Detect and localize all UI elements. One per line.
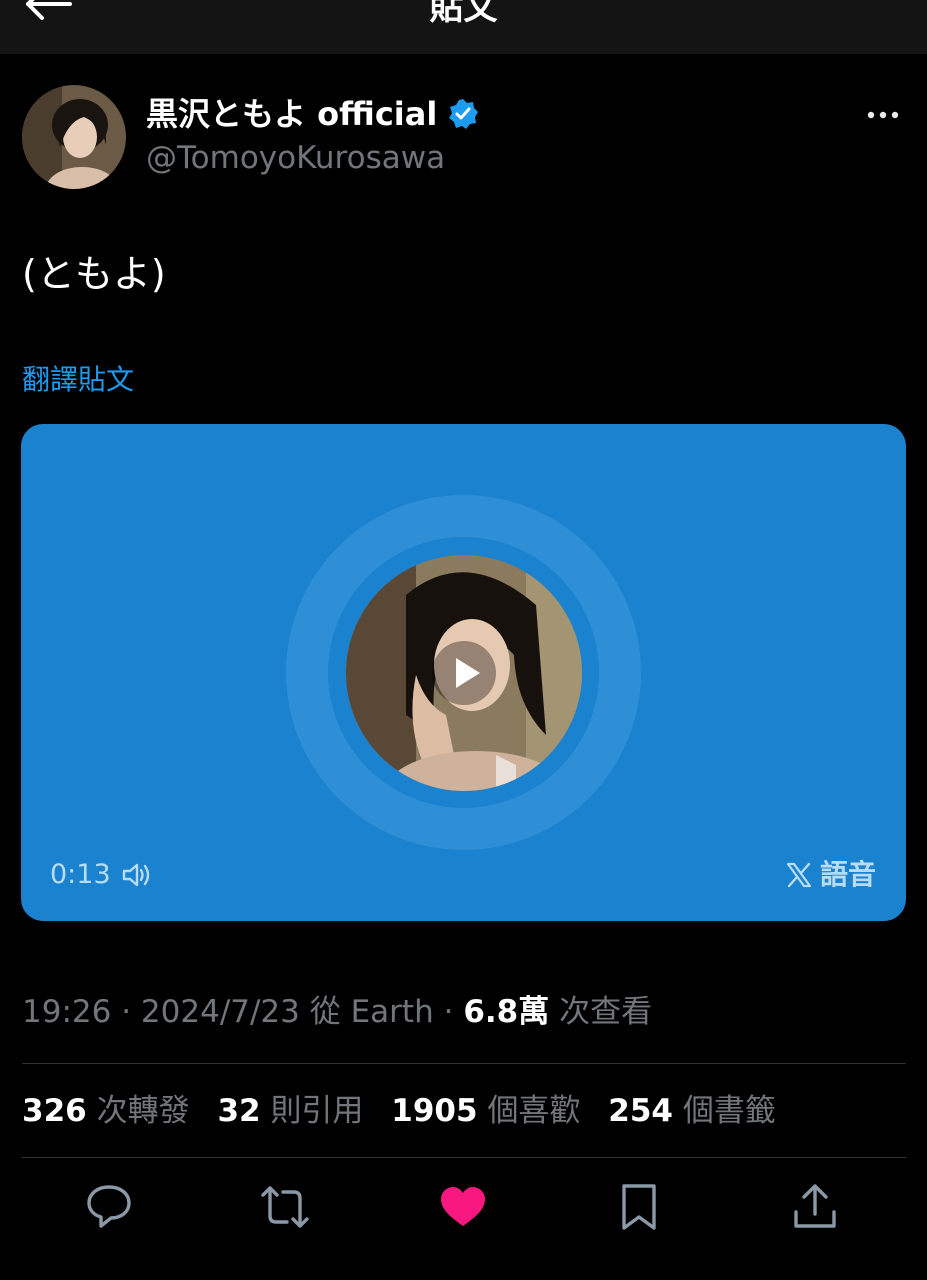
- top-bar: 貼文: [0, 0, 927, 54]
- likes-stat[interactable]: 1905 個喜歡: [391, 1093, 580, 1129]
- display-name-text: 黒沢ともよ official: [146, 95, 438, 133]
- bookmarks-label: 個書籤: [682, 1093, 776, 1129]
- views-count: 6.8萬: [463, 994, 550, 1030]
- avatar[interactable]: [22, 85, 126, 189]
- retweets-count: 326: [22, 1093, 87, 1129]
- engagement-stats: 326 次轉發 32 則引用 1905 個喜歡 254 個書籤: [22, 1090, 794, 1132]
- tweet-meta: 19:26 · 2024/7/23 從 Earth · 6.8萬 次查看: [22, 992, 652, 1032]
- page-title: 貼文: [429, 0, 498, 28]
- bookmarks-stat[interactable]: 254 個書籤: [608, 1093, 776, 1129]
- handle[interactable]: @TomoyoKurosawa: [146, 138, 445, 178]
- tweet-time[interactable]: 19:26: [22, 994, 111, 1030]
- like-icon[interactable]: [438, 1182, 488, 1232]
- divider: [22, 1157, 906, 1158]
- x-logo-icon: [786, 862, 812, 888]
- tweet-text: (ともよ): [22, 252, 166, 296]
- verified-badge-icon: [449, 99, 479, 129]
- likes-label: 個喜歡: [487, 1093, 581, 1129]
- duration-text: 0:13: [50, 859, 111, 890]
- audio-media-card[interactable]: 0:13 語音: [21, 424, 906, 921]
- more-options-icon[interactable]: [865, 100, 901, 130]
- retweet-icon[interactable]: [260, 1182, 310, 1232]
- retweets-stat[interactable]: 326 次轉發: [22, 1093, 190, 1129]
- audio-badge: 語音: [786, 857, 876, 893]
- likes-count: 1905: [391, 1093, 478, 1129]
- retweets-label: 次轉發: [96, 1093, 190, 1129]
- meta-separator: ·: [443, 994, 454, 1030]
- speaker-icon[interactable]: [121, 861, 151, 889]
- play-icon[interactable]: [431, 640, 497, 706]
- quotes-stat[interactable]: 32 則引用: [217, 1093, 363, 1129]
- quotes-label: 則引用: [270, 1093, 364, 1129]
- display-name[interactable]: 黒沢ともよ official: [146, 94, 479, 134]
- tweet-source: 從 Earth: [309, 994, 434, 1030]
- meta-separator: ·: [121, 994, 132, 1030]
- audio-duration: 0:13: [50, 857, 151, 893]
- views-label: 次查看: [559, 994, 653, 1030]
- tweet-date[interactable]: 2024/7/23: [141, 994, 300, 1030]
- audio-label-text: 語音: [819, 858, 876, 891]
- quotes-count: 32: [217, 1093, 261, 1129]
- bookmarks-count: 254: [608, 1093, 674, 1129]
- divider: [22, 1063, 906, 1064]
- share-icon[interactable]: [790, 1182, 840, 1232]
- reply-icon[interactable]: [84, 1182, 134, 1232]
- translate-link[interactable]: 翻譯貼文: [22, 360, 134, 400]
- action-bar: [0, 1182, 927, 1238]
- bookmark-icon[interactable]: [614, 1182, 664, 1232]
